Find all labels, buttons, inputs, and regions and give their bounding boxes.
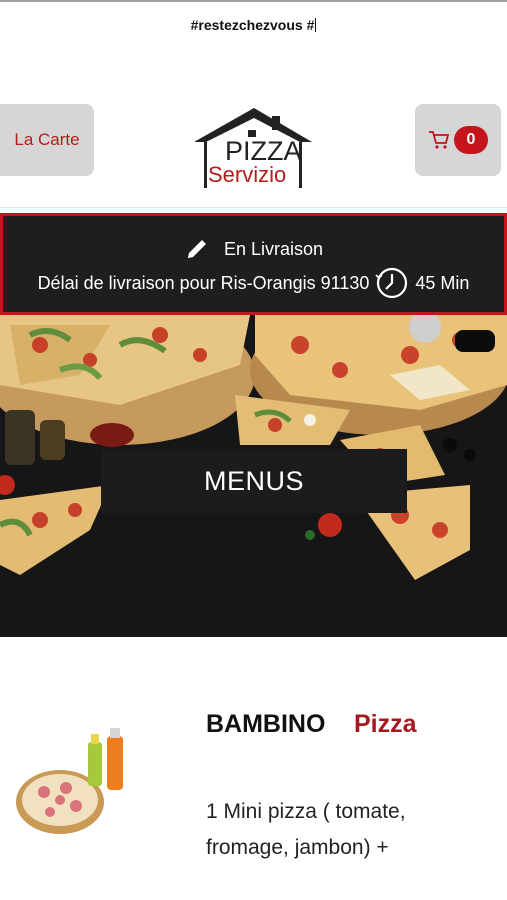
menus-button[interactable]: MENUS bbox=[101, 449, 407, 513]
logo-text-servizio: Servizio bbox=[208, 162, 287, 187]
hashtag-text: #restezchezvous # bbox=[190, 17, 315, 33]
delivery-delay-text: Délai de livraison pour Ris-Orangis 9113… bbox=[37, 272, 370, 293]
hashtag-banner: #restezchezvous # bbox=[0, 17, 507, 33]
la-carte-label: La Carte bbox=[14, 130, 80, 149]
delivery-duration: 45 Min bbox=[415, 272, 470, 293]
cart-icon bbox=[429, 131, 450, 149]
text-caret bbox=[315, 18, 317, 32]
delivery-info-bar[interactable]: En Livraison Délai de livraison pour Ris… bbox=[0, 213, 507, 315]
top-divider bbox=[0, 0, 507, 2]
delivery-mode-row[interactable]: En Livraison bbox=[3, 236, 504, 262]
header-divider bbox=[0, 207, 507, 208]
product-category: Pizza bbox=[354, 710, 417, 738]
bambino-product-image bbox=[16, 728, 123, 834]
menus-button-label: MENUS bbox=[203, 465, 304, 496]
delivery-mode-label: En Livraison bbox=[223, 238, 324, 259]
la-carte-button[interactable]: La Carte bbox=[0, 104, 94, 176]
page: #restezchezvous # La Carte PIZZA Servizi… bbox=[0, 0, 507, 900]
pencil-icon[interactable] bbox=[184, 236, 210, 262]
product-description: 1 Mini pizza ( tomate, fromage, jambon) … bbox=[206, 800, 406, 859]
cart-button[interactable]: 0 bbox=[415, 104, 501, 176]
clock-icon bbox=[375, 267, 408, 299]
product-title: BAMBINO bbox=[206, 710, 326, 738]
delivery-delay-row: Délai de livraison pour Ris-Orangis 9113… bbox=[3, 266, 504, 300]
cart-count-badge: 0 bbox=[454, 126, 488, 154]
